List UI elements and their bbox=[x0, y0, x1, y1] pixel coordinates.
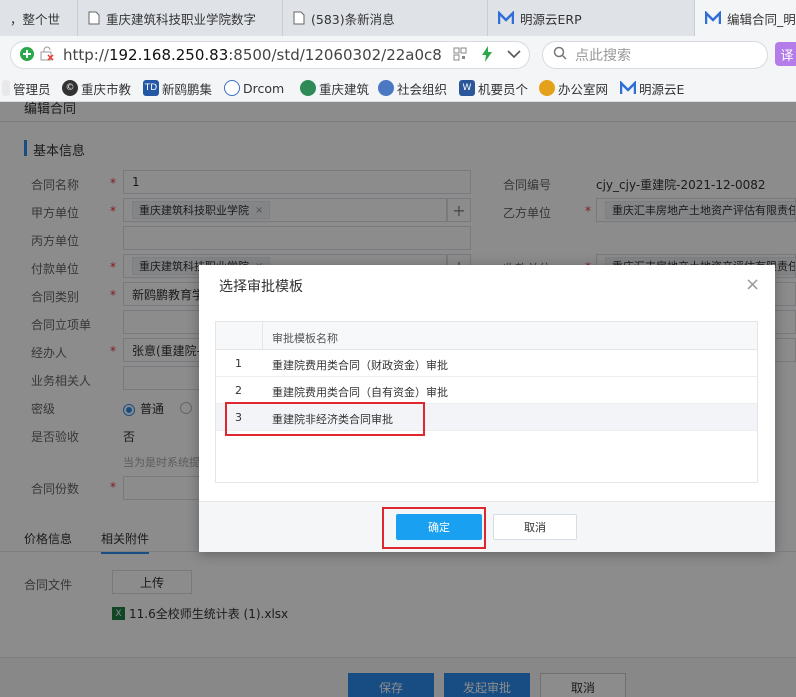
browser-tab-4[interactable]: 明源云ERP bbox=[488, 0, 695, 36]
table-header: 审批模板名称 bbox=[216, 322, 757, 350]
mingyuan-logo-icon bbox=[620, 80, 636, 96]
bookmarks-bar: 管理员 © 重庆市教 TD 新鸥鹏集 Drcom 重庆建筑 社会组织 W 机要员… bbox=[0, 74, 796, 102]
highlight-box-selected-row bbox=[225, 402, 425, 436]
row-number: 1 bbox=[235, 357, 242, 370]
browser-tab-1[interactable]: ，整个世 bbox=[0, 0, 78, 36]
table-row[interactable]: 2 重建院费用类合同（自有资金）审批 bbox=[216, 377, 757, 404]
translate-button[interactable]: 译 bbox=[775, 42, 796, 66]
bookmark-item[interactable]: 管理员 bbox=[2, 79, 62, 97]
bookmark-icon: © bbox=[62, 80, 78, 96]
bookmark-icon bbox=[300, 80, 316, 96]
table-row[interactable]: 1 重建院费用类合同（财政资金）审批 bbox=[216, 350, 757, 377]
page-icon bbox=[88, 11, 100, 25]
chevron-down-icon[interactable] bbox=[507, 48, 521, 62]
tab-label: (583)条新消息 bbox=[311, 11, 395, 27]
column-header-template-name: 审批模板名称 bbox=[272, 332, 338, 345]
browser-search-input[interactable]: 点此搜索 bbox=[542, 41, 768, 69]
qr-code-icon[interactable] bbox=[453, 47, 467, 64]
bookmark-item[interactable]: 社会组织 bbox=[378, 79, 456, 97]
bookmark-item[interactable]: Drcom bbox=[224, 79, 304, 97]
column-divider bbox=[262, 322, 263, 350]
tab-label: 重庆建筑科技职业学院数字 bbox=[106, 11, 257, 27]
url-text: http://192.168.250.83:8500/std/12060302/… bbox=[63, 46, 443, 64]
bookmark-icon bbox=[378, 80, 394, 96]
search-icon bbox=[553, 46, 567, 64]
cancel-button[interactable]: 取消 bbox=[493, 514, 577, 540]
browser-tab-3[interactable]: (583)条新消息 bbox=[283, 0, 488, 36]
modal-footer: 确定 取消 bbox=[199, 501, 775, 552]
template-name: 重建院费用类合同（自有资金）审批 bbox=[272, 386, 448, 399]
bookmark-item[interactable]: 重庆建筑 bbox=[300, 79, 380, 97]
bookmark-icon: W bbox=[459, 80, 475, 96]
modal-title: 选择审批模板 bbox=[219, 279, 303, 295]
bookmark-icon bbox=[224, 80, 240, 96]
search-placeholder: 点此搜索 bbox=[575, 48, 631, 64]
browser-tab-5-active[interactable]: 编辑合同_明源 bbox=[695, 0, 796, 36]
close-icon[interactable]: × bbox=[745, 274, 760, 295]
browser-tab-bar: ，整个世 重庆建筑科技职业学院数字 (583)条新消息 明源云ERP 编辑合同_… bbox=[0, 0, 796, 36]
template-name: 重建院费用类合同（财政资金）审批 bbox=[272, 359, 448, 372]
url-field[interactable]: http://192.168.250.83:8500/std/12060302/… bbox=[10, 41, 530, 69]
mingyuan-logo-icon bbox=[705, 11, 721, 25]
highlight-box-confirm bbox=[382, 507, 486, 549]
bookmark-icon bbox=[539, 80, 555, 96]
bookmark-item[interactable]: W 机要员个 bbox=[459, 79, 539, 97]
tab-label: 明源云ERP bbox=[520, 11, 582, 27]
row-number: 2 bbox=[235, 384, 242, 397]
tab-label: ，整个世 bbox=[10, 11, 61, 27]
bookmark-icon bbox=[2, 80, 10, 96]
bookmark-item[interactable]: 明源云E bbox=[620, 79, 688, 97]
bookmark-item[interactable]: 办公室网 bbox=[539, 79, 619, 97]
address-bar: http://192.168.250.83:8500/std/12060302/… bbox=[0, 36, 796, 74]
tab-label: 编辑合同_明源 bbox=[727, 11, 796, 27]
bookmark-icon: TD bbox=[143, 80, 159, 96]
not-secure-icon bbox=[39, 46, 55, 65]
security-shield-icon bbox=[19, 46, 35, 65]
browser-tab-2[interactable]: 重庆建筑科技职业学院数字 bbox=[78, 0, 283, 36]
mingyuan-logo-icon bbox=[498, 11, 514, 25]
page-icon bbox=[293, 11, 305, 25]
lightning-icon[interactable] bbox=[481, 45, 493, 65]
bookmark-item[interactable]: TD 新鸥鹏集 bbox=[143, 79, 223, 97]
bookmark-item[interactable]: © 重庆市教 bbox=[62, 79, 142, 97]
approval-template-modal: 选择审批模板 × 审批模板名称 1 重建院费用类合同（财政资金）审批 2 重建院… bbox=[199, 265, 775, 552]
